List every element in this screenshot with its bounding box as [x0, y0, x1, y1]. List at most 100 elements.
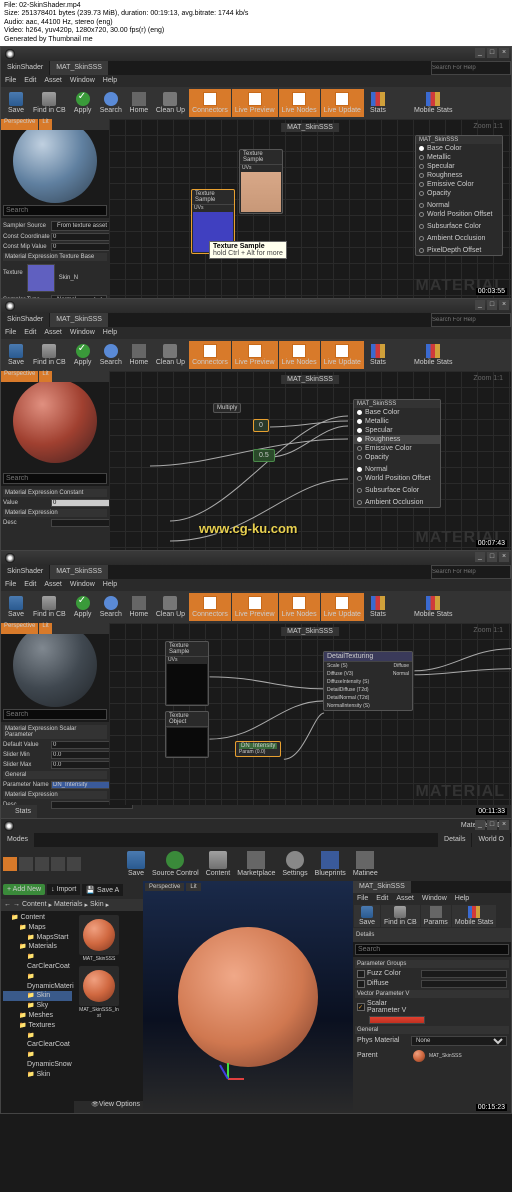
- details-search[interactable]: [3, 473, 107, 484]
- apply-button[interactable]: Apply: [70, 89, 96, 117]
- tab-skinshader[interactable]: SkinShader: [1, 565, 49, 579]
- search-button[interactable]: Search: [97, 89, 125, 117]
- menu-window[interactable]: Window: [422, 895, 447, 902]
- search-button[interactable]: Search: [97, 341, 125, 369]
- mobilestats-button[interactable]: Mobile Stats: [452, 905, 497, 927]
- menu-edit[interactable]: Edit: [24, 77, 36, 84]
- settings-button[interactable]: Settings: [279, 850, 310, 878]
- asset-mat-skinsss-inst[interactable]: MAT_SkinSSS_Inst: [78, 966, 120, 1019]
- find-in-cb-button[interactable]: Find in CB: [30, 593, 69, 621]
- mobilestats-button[interactable]: Mobile Stats: [411, 593, 456, 621]
- livenodes-button[interactable]: Live Nodes: [279, 593, 320, 621]
- mode-place-icon[interactable]: [3, 857, 17, 871]
- fuzz-checkbox[interactable]: [357, 970, 365, 978]
- livenodes-button[interactable]: Live Nodes: [279, 89, 320, 117]
- mode-foliage-icon[interactable]: [51, 857, 65, 871]
- window-titlebar[interactable]: _□×: [1, 47, 511, 61]
- node-graph[interactable]: MAT_SkinSSS Zoom 1:1 Texture Sample UVs …: [109, 119, 511, 299]
- color-swatch[interactable]: [369, 1016, 425, 1024]
- perspective-toggle[interactable]: Perspective: [1, 119, 38, 130]
- add-new-button[interactable]: + Add New: [3, 884, 45, 895]
- menu-window[interactable]: Window: [70, 581, 95, 588]
- lit-dropdown[interactable]: Lit: [186, 883, 200, 891]
- connectors-button[interactable]: Connectors: [189, 593, 231, 621]
- menu-file[interactable]: File: [5, 329, 16, 336]
- material-preview[interactable]: PerspectiveLit: [1, 623, 109, 707]
- texture-thumbnail[interactable]: [27, 264, 55, 292]
- help-search[interactable]: [431, 565, 511, 579]
- tab-skinshader[interactable]: SkinShader: [1, 61, 49, 75]
- matinee-button[interactable]: Matinee: [350, 850, 381, 878]
- marketplace-button[interactable]: Marketplace: [234, 850, 278, 878]
- menu-help[interactable]: Help: [103, 581, 117, 588]
- details-search[interactable]: [355, 944, 509, 955]
- material-preview[interactable]: PerspectiveLit: [1, 119, 109, 203]
- home-button[interactable]: Home: [126, 89, 152, 117]
- texture-sample-node[interactable]: Texture Sample UVs: [165, 641, 209, 706]
- livepreview-button[interactable]: Live Preview: [232, 89, 278, 117]
- livepreview-button[interactable]: Live Preview: [232, 593, 278, 621]
- cleanup-button[interactable]: Clean Up: [153, 341, 188, 369]
- liveupdate-button[interactable]: Live Update: [321, 341, 364, 369]
- diffuse-input[interactable]: [421, 980, 507, 988]
- save-all-button[interactable]: 💾 Save A: [82, 884, 123, 896]
- menu-asset[interactable]: Asset: [44, 329, 62, 336]
- sourcecontrol-button[interactable]: Source Control: [149, 850, 202, 878]
- stats-button[interactable]: Stats: [365, 341, 391, 369]
- menu-file[interactable]: File: [5, 77, 16, 84]
- view-options[interactable]: 👁 View Options: [74, 1101, 143, 1113]
- liveupdate-button[interactable]: Live Update: [321, 89, 364, 117]
- dn-intensity-node[interactable]: DN_Intensity Param (0.0): [235, 741, 281, 757]
- menu-asset[interactable]: Asset: [44, 581, 62, 588]
- livepreview-button[interactable]: Live Preview: [232, 341, 278, 369]
- transform-gizmo[interactable]: [227, 1063, 257, 1093]
- lit-toggle[interactable]: Lit: [39, 119, 51, 130]
- window-titlebar[interactable]: _□×: [1, 299, 511, 313]
- details-search[interactable]: [3, 709, 107, 720]
- modes-tab[interactable]: Modes: [1, 833, 34, 847]
- mode-landscape-icon[interactable]: [35, 857, 49, 871]
- menu-asset[interactable]: Asset: [44, 77, 62, 84]
- menu-window[interactable]: Window: [70, 329, 95, 336]
- tab-mat-skinsss[interactable]: MAT_SkinSSS: [50, 61, 108, 75]
- level-viewport[interactable]: Perspective Lit: [143, 881, 353, 1113]
- tab-mat-skinsss[interactable]: MAT_SkinSSS: [50, 565, 108, 579]
- menu-file[interactable]: File: [5, 581, 16, 588]
- details-tab[interactable]: Details: [438, 833, 471, 847]
- menu-file[interactable]: File: [357, 895, 368, 902]
- tab-mat-skinsss[interactable]: MAT_SkinSSS: [50, 313, 108, 327]
- diffuse-checkbox[interactable]: [357, 980, 365, 988]
- find-in-cb-button[interactable]: Find in CB: [30, 341, 69, 369]
- menu-help[interactable]: Help: [455, 895, 469, 902]
- menu-help[interactable]: Help: [103, 329, 117, 336]
- blueprints-button[interactable]: Blueprints: [312, 850, 349, 878]
- save-button[interactable]: Save: [3, 341, 29, 369]
- mat-instance-tab[interactable]: MAT_SkinSSS: [353, 881, 411, 893]
- params-button[interactable]: Params: [421, 905, 451, 927]
- constant-node-b[interactable]: 0.5: [253, 449, 275, 462]
- texture-sample-node-1[interactable]: Texture Sample UVs: [239, 149, 283, 214]
- connectors-button[interactable]: Connectors: [189, 341, 231, 369]
- import-button[interactable]: ↓ Import: [47, 884, 80, 895]
- menu-window[interactable]: Window: [70, 77, 95, 84]
- world-tab[interactable]: World O: [472, 833, 510, 847]
- texture-object-node[interactable]: Texture Object: [165, 711, 209, 758]
- home-button[interactable]: Home: [126, 593, 152, 621]
- mode-geo-icon[interactable]: [67, 857, 81, 871]
- fuzz-input[interactable]: [421, 970, 507, 978]
- menu-help[interactable]: Help: [103, 77, 117, 84]
- find-in-cb-button[interactable]: Find in CB: [381, 905, 420, 927]
- stats-button[interactable]: Stats: [365, 89, 391, 117]
- save-button[interactable]: Save: [3, 89, 29, 117]
- save-button[interactable]: Save: [354, 905, 380, 927]
- window-titlebar[interactable]: Materials_3DM _□×: [1, 819, 511, 833]
- folder-tree[interactable]: Content Maps MapsStart Materials CarClea…: [1, 911, 74, 1113]
- menu-edit[interactable]: Edit: [24, 329, 36, 336]
- node-graph[interactable]: MAT_SkinSSS Zoom 1:1 Texture Sample UVs …: [109, 623, 511, 805]
- window-controls[interactable]: _□×: [475, 48, 509, 58]
- asset-grid[interactable]: MAT_SkinSSS MAT_SkinSSS_Inst: [74, 911, 143, 1101]
- liveupdate-button[interactable]: Live Update: [321, 593, 364, 621]
- asset-mat-skinsss[interactable]: MAT_SkinSSS: [78, 915, 120, 962]
- help-search[interactable]: [431, 61, 511, 75]
- mobilestats-button[interactable]: Mobile Stats: [411, 89, 456, 117]
